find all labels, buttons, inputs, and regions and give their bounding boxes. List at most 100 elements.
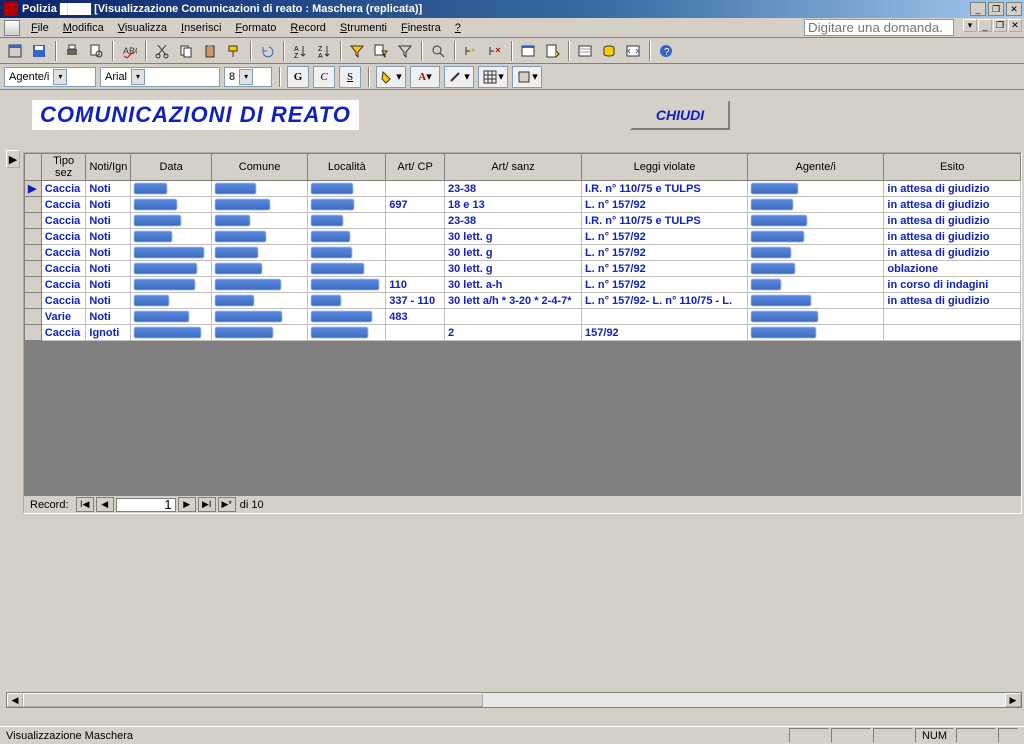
cell-agente[interactable]: [747, 213, 884, 229]
child-dropdown[interactable]: ▾: [963, 19, 977, 32]
column-header[interactable]: Comune: [211, 154, 308, 181]
child-restore[interactable]: ❐: [993, 19, 1007, 32]
cell-artsanz[interactable]: 30 lett. a-h: [445, 277, 582, 293]
scroll-right-button[interactable]: ▶: [1005, 693, 1021, 707]
cell-comune[interactable]: [211, 309, 308, 325]
cell-leggi[interactable]: [582, 309, 748, 325]
sort-asc-icon[interactable]: AZ: [289, 40, 311, 62]
view-icon[interactable]: [4, 40, 26, 62]
cell-artcp[interactable]: 483: [386, 309, 445, 325]
cell-comune[interactable]: [211, 325, 308, 341]
cell-noti[interactable]: Noti: [86, 181, 131, 197]
column-header[interactable]: Leggi violate: [582, 154, 748, 181]
cell-leggi[interactable]: L. n° 157/92: [582, 245, 748, 261]
spellcheck-icon[interactable]: ABC: [118, 40, 140, 62]
new-record-icon[interactable]: *: [460, 40, 482, 62]
special-effect-button[interactable]: ▾: [512, 66, 542, 88]
cell-noti[interactable]: Noti: [86, 293, 131, 309]
cell-comune[interactable]: [211, 213, 308, 229]
cell-data[interactable]: [131, 197, 211, 213]
cell-noti[interactable]: Noti: [86, 229, 131, 245]
print-icon[interactable]: [61, 40, 83, 62]
cell-artsanz[interactable]: 23-38: [445, 213, 582, 229]
row-selector[interactable]: [25, 277, 42, 293]
cell-esito[interactable]: oblazione: [884, 261, 1021, 277]
undo-icon[interactable]: [256, 40, 278, 62]
horizontal-scrollbar[interactable]: ◀ ▶: [6, 692, 1022, 708]
cell-artsanz[interactable]: [445, 309, 582, 325]
cell-data[interactable]: [131, 309, 211, 325]
cell-leggi[interactable]: L. n° 157/92: [582, 229, 748, 245]
cell-agente[interactable]: [747, 197, 884, 213]
menu-file[interactable]: File: [24, 20, 56, 36]
filter-form-icon[interactable]: [370, 40, 392, 62]
underline-button[interactable]: S: [339, 66, 361, 88]
cell-agente[interactable]: [747, 181, 884, 197]
cell-leggi[interactable]: l.R. n° 110/75 e TULPS: [582, 213, 748, 229]
cell-loc[interactable]: [308, 277, 386, 293]
db-window-icon[interactable]: [517, 40, 539, 62]
copy-icon[interactable]: [175, 40, 197, 62]
toggle-filter-icon[interactable]: [394, 40, 416, 62]
nav-next-button[interactable]: ▶: [178, 497, 196, 512]
cell-artcp[interactable]: [386, 245, 445, 261]
row-selector[interactable]: [25, 229, 42, 245]
font-size-combo[interactable]: 8▾: [224, 67, 272, 87]
menu-strumenti[interactable]: Strumenti: [333, 20, 394, 36]
cell-artcp[interactable]: [386, 181, 445, 197]
cell-comune[interactable]: [211, 277, 308, 293]
cell-loc[interactable]: [308, 213, 386, 229]
cell-loc[interactable]: [308, 261, 386, 277]
properties-icon[interactable]: [574, 40, 596, 62]
cell-comune[interactable]: [211, 261, 308, 277]
cell-leggi[interactable]: l.R. n° 110/75 e TULPS: [582, 181, 748, 197]
cell-esito[interactable]: [884, 325, 1021, 341]
cell-esito[interactable]: in attesa di giudizio: [884, 181, 1021, 197]
row-selector[interactable]: [25, 245, 42, 261]
scroll-left-button[interactable]: ◀: [7, 693, 23, 707]
restore-button[interactable]: ❐: [988, 2, 1004, 16]
column-header[interactable]: Data: [131, 154, 211, 181]
cell-artsanz[interactable]: 23-38: [445, 181, 582, 197]
cell-leggi[interactable]: 157/92: [582, 325, 748, 341]
cell-agente[interactable]: [747, 325, 884, 341]
cell-tipo[interactable]: Caccia: [41, 229, 86, 245]
data-grid[interactable]: Tipo sezNoti/IgnDataComuneLocalitàArt/ C…: [24, 153, 1021, 341]
close-form-button[interactable]: CHIUDI: [630, 100, 730, 130]
cell-artcp[interactable]: [386, 213, 445, 229]
column-header[interactable]: Agente/i: [747, 154, 884, 181]
row-selector[interactable]: [25, 261, 42, 277]
cell-data[interactable]: [131, 325, 211, 341]
cell-data[interactable]: [131, 213, 211, 229]
cell-data[interactable]: [131, 245, 211, 261]
cell-tipo[interactable]: Caccia: [41, 277, 86, 293]
cell-comune[interactable]: [211, 197, 308, 213]
cell-loc[interactable]: [308, 245, 386, 261]
new-object-icon[interactable]: [541, 40, 563, 62]
gridlines-button[interactable]: ▾: [478, 66, 508, 88]
cell-tipo[interactable]: Caccia: [41, 181, 86, 197]
cell-agente[interactable]: [747, 293, 884, 309]
paste-icon[interactable]: [199, 40, 221, 62]
cell-esito[interactable]: in attesa di giudizio: [884, 229, 1021, 245]
format-painter-icon[interactable]: [223, 40, 245, 62]
row-selector[interactable]: ▶: [25, 181, 42, 197]
cell-tipo[interactable]: Caccia: [41, 245, 86, 261]
cell-comune[interactable]: [211, 293, 308, 309]
menu-record[interactable]: Record: [283, 20, 332, 36]
cell-tipo[interactable]: Caccia: [41, 261, 86, 277]
cell-noti[interactable]: Noti: [86, 261, 131, 277]
cell-leggi[interactable]: L. n° 157/92: [582, 261, 748, 277]
cell-esito[interactable]: in corso di indagini: [884, 277, 1021, 293]
cell-tipo[interactable]: Caccia: [41, 213, 86, 229]
line-color-button[interactable]: ▾: [444, 66, 474, 88]
column-header[interactable]: Art/ CP: [386, 154, 445, 181]
cell-agente[interactable]: [747, 245, 884, 261]
cell-artcp[interactable]: 337 - 110: [386, 293, 445, 309]
row-selector[interactable]: [25, 293, 42, 309]
font-color-button[interactable]: A▾: [410, 66, 440, 88]
cell-noti[interactable]: Noti: [86, 213, 131, 229]
cell-artsanz[interactable]: 2: [445, 325, 582, 341]
cell-artcp[interactable]: 110: [386, 277, 445, 293]
menu-modifica[interactable]: Modifica: [56, 20, 111, 36]
